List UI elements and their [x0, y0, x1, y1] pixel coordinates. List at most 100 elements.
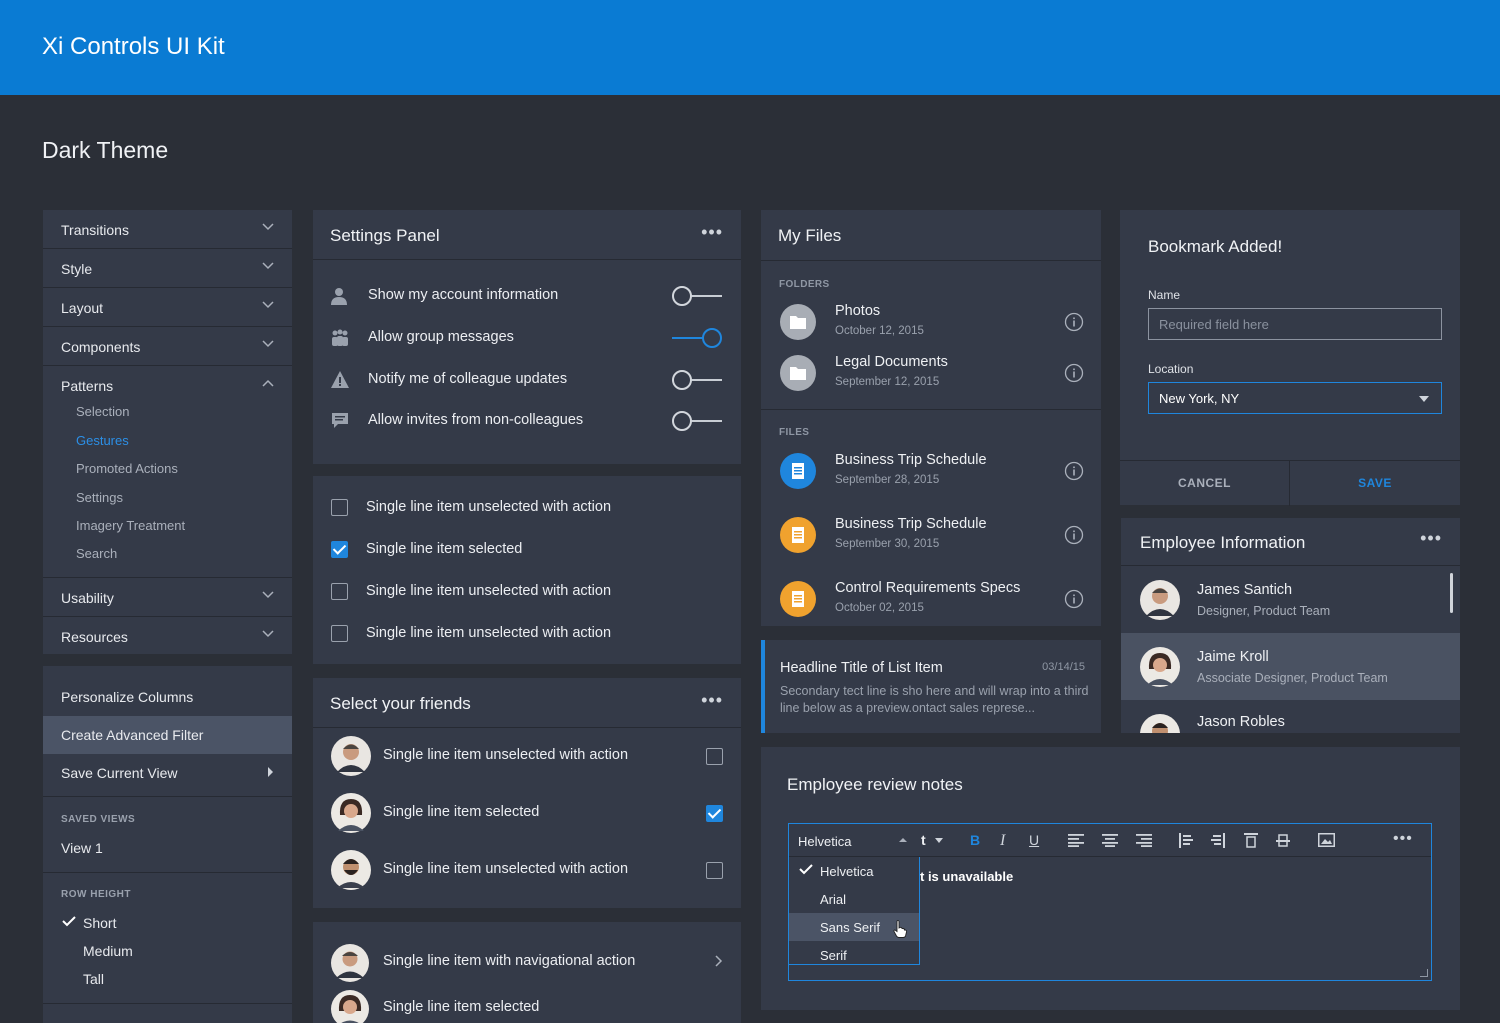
menu-item-personalize-columns[interactable]: Personalize Columns: [43, 678, 292, 714]
font-option-arial[interactable]: Arial: [789, 885, 919, 913]
font-option-sans-serif[interactable]: Sans Serif: [789, 913, 919, 941]
employee-row[interactable]: Jaime Kroll Associate Designer, Product …: [1121, 633, 1460, 700]
align-left-icon[interactable]: [1068, 834, 1084, 847]
employee-row[interactable]: James Santich Designer, Product Team: [1121, 566, 1460, 633]
folder-name: Legal Documents: [835, 354, 948, 370]
more-options-icon[interactable]: •••: [1420, 529, 1442, 547]
nav-item-layout[interactable]: Layout: [43, 288, 292, 327]
scrollbar[interactable]: [1450, 573, 1453, 613]
info-icon[interactable]: [1064, 312, 1084, 332]
info-icon[interactable]: [1064, 525, 1084, 545]
folder-icon: [780, 355, 816, 391]
checkbox[interactable]: [331, 499, 348, 516]
nav-item-usability[interactable]: Usability: [43, 578, 292, 617]
headline-list-item[interactable]: Headline Title of List Item 03/14/15 Sec…: [761, 640, 1101, 733]
vertical-align-middle-icon[interactable]: [1276, 833, 1290, 848]
image-icon[interactable]: [1318, 833, 1335, 847]
toggle-switch[interactable]: [672, 285, 722, 307]
review-notes-panel: Employee review notes Helvetica t B I U …: [761, 747, 1460, 1010]
list-item[interactable]: Single line item unselected with action: [313, 612, 741, 654]
menu-item-save-current-view[interactable]: Save Current View: [43, 754, 292, 794]
italic-button[interactable]: I: [1000, 832, 1005, 850]
toggle-switch[interactable]: [672, 410, 722, 432]
nav-item-transitions[interactable]: Transitions: [43, 210, 292, 249]
font-option-helvetica[interactable]: Helvetica: [789, 857, 919, 885]
name-field[interactable]: Required field here: [1148, 308, 1442, 340]
nav-item-resources[interactable]: Resources: [43, 617, 292, 656]
checkbox[interactable]: [331, 583, 348, 600]
cancel-button[interactable]: CANCEL: [1120, 461, 1290, 506]
nav-item-style[interactable]: Style: [43, 249, 292, 288]
underline-button[interactable]: U: [1029, 832, 1039, 850]
toggle-switch[interactable]: [672, 327, 722, 349]
editor-content[interactable]: t is unavailable: [920, 869, 1013, 884]
bold-button[interactable]: B: [970, 832, 980, 850]
menu-item-medium[interactable]: Medium: [43, 937, 292, 965]
sub-item-imagery-treatment[interactable]: Imagery Treatment: [76, 518, 185, 533]
menu-item-view-1[interactable]: View 1: [43, 834, 292, 864]
list-item[interactable]: Single line item unselected with action: [313, 570, 741, 612]
selection-indicator: [761, 640, 765, 733]
document-icon: [780, 517, 816, 553]
menu-item-label: Tall: [83, 971, 105, 987]
font-family-value: Helvetica: [798, 834, 852, 849]
font-family-select[interactable]: Helvetica: [789, 824, 919, 857]
dialog-footer: CANCEL SAVE: [1120, 460, 1460, 506]
sub-item-selection[interactable]: Selection: [76, 404, 129, 419]
sub-item-promoted-actions[interactable]: Promoted Actions: [76, 461, 178, 476]
align-right-icon[interactable]: [1136, 834, 1152, 847]
nav-list-label: Single line item selected: [383, 999, 540, 1015]
sub-item-settings[interactable]: Settings: [76, 490, 123, 505]
nav-item-label: Layout: [61, 300, 104, 316]
rich-text-editor[interactable]: Helvetica t B I U ••• t is unavailable H…: [788, 823, 1432, 981]
list-item[interactable]: Single line item unselected with action: [313, 486, 741, 528]
file-item[interactable]: Control Requirements Specs October 02, 2…: [761, 574, 1101, 626]
folder-item[interactable]: Photos October 12, 2015: [761, 297, 1101, 349]
info-icon[interactable]: [1064, 589, 1084, 609]
file-item[interactable]: Business Trip Schedule September 30, 201…: [761, 510, 1101, 562]
vertical-align-top-icon[interactable]: [1244, 833, 1258, 848]
nav-list-item[interactable]: Single line item with navigational actio…: [313, 938, 741, 984]
file-name: Control Requirements Specs: [835, 580, 1021, 596]
nav-item-label: Components: [61, 339, 141, 355]
nav-item-patterns[interactable]: Patterns Selection Gestures Promoted Act…: [43, 366, 292, 578]
font-option-serif[interactable]: Serif: [789, 941, 919, 969]
resize-handle[interactable]: [1420, 969, 1428, 977]
more-options-icon[interactable]: •••: [701, 223, 723, 241]
chevron-down-icon: [262, 223, 274, 231]
location-select[interactable]: New York, NY: [1148, 382, 1442, 414]
checkbox[interactable]: [706, 862, 723, 879]
friend-item[interactable]: Single line item unselected with action: [313, 842, 741, 899]
sub-item-gestures[interactable]: Gestures: [76, 433, 129, 448]
info-icon[interactable]: [1064, 461, 1084, 481]
employee-name: Jason Robles: [1197, 714, 1285, 730]
chevron-down-icon: [262, 591, 274, 599]
checkbox[interactable]: [331, 625, 348, 642]
more-options-icon[interactable]: •••: [701, 691, 723, 709]
indent-left-icon[interactable]: [1179, 833, 1193, 848]
indent-right-icon[interactable]: [1211, 833, 1225, 848]
friend-item[interactable]: Single line item unselected with action: [313, 728, 741, 785]
info-icon[interactable]: [1064, 363, 1084, 383]
more-options-icon[interactable]: •••: [1393, 830, 1413, 848]
file-item[interactable]: Business Trip Schedule September 28, 201…: [761, 446, 1101, 498]
toggle-switch[interactable]: [672, 369, 722, 391]
checkbox-checked[interactable]: [331, 541, 348, 558]
menu-item-short[interactable]: Short: [43, 909, 292, 937]
nav-list-item[interactable]: Single line item selected: [313, 984, 741, 1023]
list-item[interactable]: Single line item selected: [313, 528, 741, 570]
headline-secondary-text: Secondary tect line is sho here and will…: [780, 684, 1089, 715]
checkbox[interactable]: [706, 748, 723, 765]
checkbox-checked[interactable]: [706, 805, 723, 822]
folder-item[interactable]: Legal Documents September 12, 2015: [761, 348, 1101, 400]
font-size-select[interactable]: t: [921, 832, 926, 850]
app-header: Xi Controls UI Kit: [0, 0, 1500, 95]
menu-item-create-advanced-filter[interactable]: Create Advanced Filter: [43, 716, 292, 754]
align-center-icon[interactable]: [1102, 834, 1118, 847]
friend-item[interactable]: Single line item selected: [313, 785, 741, 842]
save-button[interactable]: SAVE: [1290, 461, 1460, 506]
sub-item-search[interactable]: Search: [76, 546, 117, 561]
menu-item-tall[interactable]: Tall: [43, 965, 292, 993]
employee-row[interactable]: Jason Robles: [1121, 700, 1460, 733]
nav-item-components[interactable]: Components: [43, 327, 292, 366]
